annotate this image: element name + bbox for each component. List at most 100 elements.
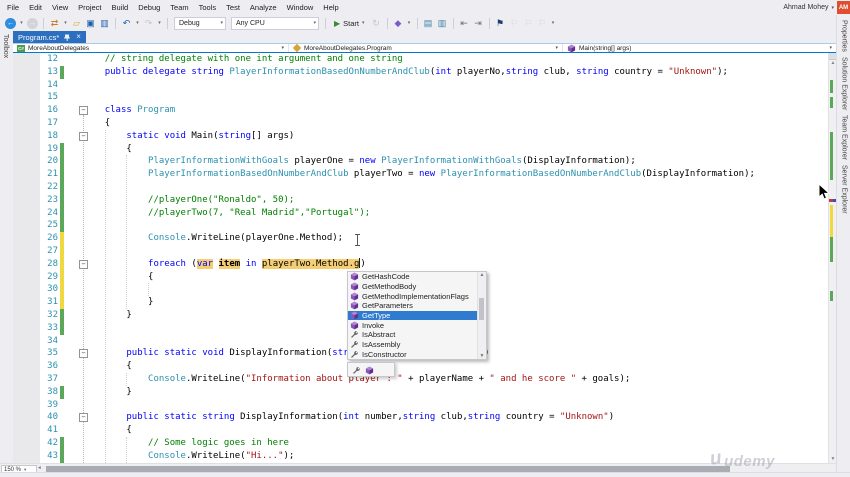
code-line-27[interactable]: 27 — [13, 245, 828, 258]
start-debugging-button[interactable]: ▶ Start ▾ — [330, 19, 369, 28]
navigate-backward-dropdown[interactable]: ▾ — [18, 20, 25, 26]
tab-program-cs[interactable]: Program.cs* × — [13, 31, 86, 43]
fold-toggle-main[interactable]: − — [79, 132, 88, 141]
code-line-13[interactable]: 13 public delegate string PlayerInformat… — [13, 65, 828, 79]
sync-with-active-document-icon[interactable]: ⇄ — [48, 17, 61, 30]
toolbar-overflow-1[interactable]: ▾ — [406, 20, 413, 26]
code-line-41[interactable]: 41 { — [13, 424, 828, 437]
code-line-14[interactable]: 14 — [13, 79, 828, 92]
intellisense-item-isassembly[interactable]: IsAssembly — [348, 340, 478, 350]
menu-build[interactable]: Build — [107, 2, 134, 13]
code-line-21[interactable]: 21 PlayerInformationBasedOnNumberAndClub… — [13, 168, 828, 181]
intellisense-scrollbar[interactable]: ▲ ▼ — [477, 272, 486, 360]
type-dropdown[interactable]: MoreAboutDelegates.Program ▾ — [289, 43, 563, 53]
toggle-bookmark-icon[interactable]: ⚑ — [494, 17, 507, 30]
project-dropdown[interactable]: C# MoreAboutDelegates ▾ — [13, 44, 289, 52]
line-number: 37 — [47, 374, 58, 384]
user-name[interactable]: Ahmad Mohey — [783, 4, 828, 11]
code-line-37[interactable]: 37 Console.WriteLine("Information about … — [13, 373, 828, 386]
fold-toggle-class[interactable]: − — [79, 106, 88, 115]
code-line-20[interactable]: 20 PlayerInformationWithGoals playerOne … — [13, 155, 828, 169]
navigate-backward-icon[interactable]: ← — [5, 17, 16, 29]
code-line-26[interactable]: 26 Console.WriteLine(playerOne.Method); — [13, 232, 828, 245]
fold-toggle-method2[interactable]: − — [79, 413, 88, 422]
code-line-40[interactable]: 40 public static string DisplayInformati… — [13, 411, 828, 424]
menu-test[interactable]: Test — [221, 2, 245, 13]
dock-tab-server-explorer[interactable]: Server Explorer — [839, 165, 850, 214]
solution-configurations[interactable]: Debug ▾ — [174, 16, 226, 30]
menu-project[interactable]: Project — [73, 2, 106, 13]
decrease-indent-icon[interactable]: ⇤ — [458, 17, 471, 30]
dock-tab-toolbox[interactable]: Toolbox — [2, 34, 9, 58]
intellisense-item-gettype[interactable]: GetType — [348, 310, 478, 321]
code-line-19[interactable]: 19 { — [13, 142, 828, 156]
intellitrace-icon[interactable]: ◆ — [392, 17, 405, 30]
scroll-up-icon[interactable]: ▲ — [478, 272, 486, 278]
code-line-39[interactable]: 39 — [13, 399, 828, 412]
menu-tools[interactable]: Tools — [194, 2, 222, 13]
save-icon[interactable]: ▣ — [84, 17, 97, 30]
code-line-22[interactable]: 22 — [13, 181, 828, 194]
scrollbar-thumb[interactable] — [479, 298, 484, 320]
code-text: class Program — [104, 105, 176, 116]
intellisense-item-getmethodimplementationflags[interactable]: GetMethodImplementationFlags — [348, 291, 478, 301]
user-area[interactable]: Ahmad Mohey ▾ AM — [783, 1, 850, 14]
dock-tab-properties[interactable]: Properties — [839, 20, 850, 52]
pin-icon[interactable] — [64, 34, 71, 41]
code-line-24[interactable]: 24 //playerTwo(7, "Real Madrid","Portuga… — [13, 206, 828, 220]
code-line-43[interactable]: 43 Console.WriteLine("Hi..."); — [13, 449, 828, 463]
solution-platforms[interactable]: Any CPU ▾ — [231, 16, 319, 30]
code-line-18[interactable]: 18 static void Main(string[] args) — [13, 130, 828, 143]
open-file-icon[interactable]: ▱ — [70, 17, 83, 30]
undo-dropdown[interactable]: ▾ — [134, 20, 141, 26]
code-line-25[interactable]: 25 — [13, 219, 828, 233]
new-item-dropdown[interactable]: ▾ — [62, 20, 69, 26]
change-tracking-bar — [60, 181, 64, 194]
navigate-to-icon[interactable]: ▤ — [422, 17, 435, 30]
scroll-down-icon[interactable]: ▼ — [478, 353, 486, 359]
dock-tab-solution-explorer[interactable]: Solution Explorer — [839, 57, 850, 110]
menu-debug[interactable]: Debug — [133, 2, 165, 13]
fold-toggle-method1[interactable]: − — [79, 349, 88, 358]
code-line-28[interactable]: 28 foreach (var item in playerTwo.Method… — [13, 257, 828, 271]
redo-dropdown[interactable]: ▾ — [156, 20, 163, 26]
code-line-17[interactable]: 17 { — [13, 117, 828, 130]
intellisense-item-invoke[interactable]: Invoke — [348, 320, 478, 330]
scroll-left-icon[interactable]: ◂ — [38, 465, 41, 471]
menu-file[interactable]: File — [2, 2, 24, 13]
close-icon[interactable]: × — [76, 33, 81, 41]
code-line-42[interactable]: 42 // Some logic goes in here — [13, 437, 828, 450]
methods-filter-icon[interactable] — [365, 360, 374, 379]
properties-filter-icon[interactable] — [352, 360, 361, 379]
member-name: Main(string[] args) — [579, 44, 632, 52]
find-in-files-icon[interactable]: ▥ — [436, 17, 449, 30]
intellisense-item-gethashcode[interactable]: GetHashCode — [348, 272, 478, 282]
menu-help[interactable]: Help — [318, 2, 343, 13]
intellisense-item-getparameters[interactable]: GetParameters — [348, 301, 478, 311]
code-line-36[interactable]: 36 { — [13, 360, 828, 373]
menu-window[interactable]: Window — [282, 2, 319, 13]
scrollbar-thumb[interactable] — [46, 465, 730, 472]
menu-team[interactable]: Team — [165, 2, 193, 13]
code-line-38[interactable]: 38 } — [13, 385, 828, 399]
avatar[interactable]: AM — [837, 1, 850, 14]
dock-tab-team-explorer[interactable]: Team Explorer — [839, 115, 850, 160]
fold-toggle-foreach[interactable]: − — [79, 260, 88, 269]
code-line-23[interactable]: 23 //playerOne("Ronaldo", 50); — [13, 193, 828, 207]
code-line-15[interactable]: 15 — [13, 91, 828, 104]
menu-view[interactable]: View — [47, 2, 73, 13]
menu-analyze[interactable]: Analyze — [245, 2, 282, 13]
code-line-16[interactable]: 16 class Program — [13, 104, 828, 117]
line-number: 24 — [47, 207, 58, 218]
increase-indent-icon[interactable]: ⇥ — [472, 17, 485, 30]
undo-icon[interactable]: ↶ — [120, 17, 133, 30]
menu-edit[interactable]: Edit — [24, 2, 47, 13]
toolbar-overflow-2[interactable]: ▾ — [550, 20, 557, 26]
intellisense-item-isconstructor[interactable]: IsConstructor — [348, 350, 478, 360]
intellisense-item-getmethodbody[interactable]: GetMethodBody — [348, 282, 478, 292]
code-line-12[interactable]: 12 // string delegate with one int argum… — [13, 53, 828, 66]
member-dropdown[interactable]: Main(string[] args) ▾ — [563, 43, 836, 52]
save-all-icon[interactable]: ▥ — [98, 17, 111, 30]
intellisense-item-isabstract[interactable]: IsAbstract — [348, 330, 478, 340]
code-editor[interactable]: 12 // string delegate with one int argum… — [13, 53, 828, 463]
